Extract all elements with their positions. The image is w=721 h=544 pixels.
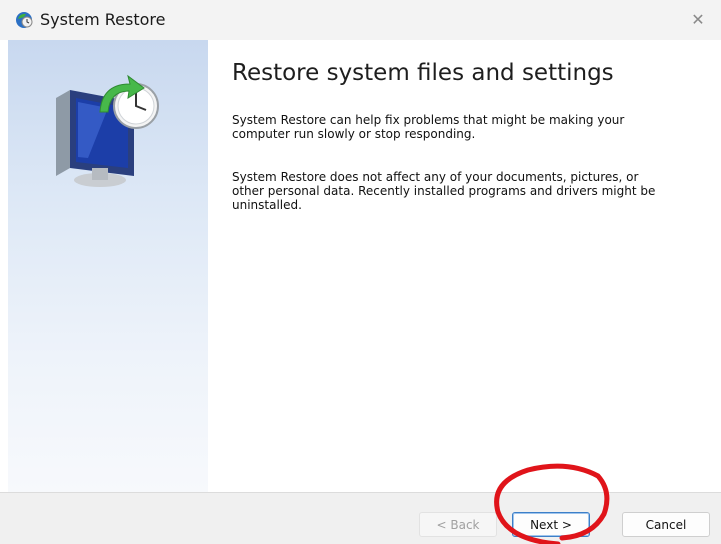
wizard-body: Restore system files and settings System… — [0, 40, 721, 492]
computer-restore-clock-icon — [56, 74, 159, 187]
title-bar: System Restore ✕ — [0, 0, 721, 40]
side-panel — [8, 40, 208, 492]
cancel-button[interactable]: Cancel — [622, 512, 710, 537]
system-restore-app-icon — [16, 12, 33, 28]
back-button[interactable]: < Back — [419, 512, 497, 537]
description-paragraph-2: System Restore does not affect any of yo… — [232, 170, 656, 212]
window-title: System Restore — [40, 10, 166, 29]
next-button[interactable]: Next > — [512, 512, 590, 537]
page-heading: Restore system files and settings — [232, 60, 614, 86]
description-paragraph-1: System Restore can help fix problems tha… — [232, 113, 625, 141]
close-button[interactable]: ✕ — [675, 0, 721, 40]
close-icon: ✕ — [691, 12, 705, 29]
button-bar: < Back Next > Cancel — [0, 492, 721, 544]
